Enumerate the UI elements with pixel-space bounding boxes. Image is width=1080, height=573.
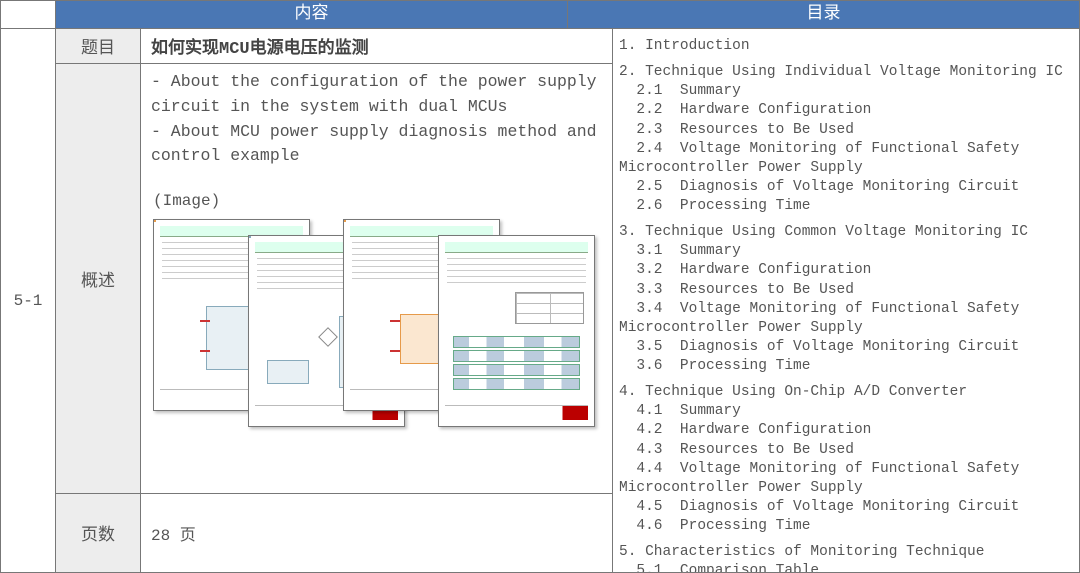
row-index: 5-1: [1, 29, 56, 572]
table-body: 5-1 题目 如何实现MCU电源电压的监测 概述 - About the con…: [1, 29, 1079, 572]
toc-entry: 3.3 Resources to Be Used: [619, 281, 1073, 299]
summary-line: - About MCU power supply diagnosis metho…: [151, 120, 602, 145]
toc-entry: 2. Technique Using Individual Voltage Mo…: [619, 63, 1073, 81]
thumbnail-group: [153, 219, 593, 429]
image-label: (Image): [153, 189, 602, 213]
toc-entry: 3.6 Processing Time: [619, 357, 1073, 375]
toc-entry: 3.4 Voltage Monitoring of Functional Saf…: [619, 300, 1073, 318]
toc-column: 1. Introduction 2. Technique Using Indiv…: [613, 29, 1079, 572]
toc-entry: 2.1 Summary: [619, 82, 1073, 100]
pages-value: 28 页: [141, 494, 612, 572]
toc-entry: 5.1 Comparison Table: [619, 562, 1073, 572]
document-table: 内容 目录 5-1 题目 如何实现MCU电源电压的监测 概述 - About t…: [0, 0, 1080, 573]
toc-entry: 4.1 Summary: [619, 402, 1073, 420]
toc-entry: 3. Technique Using Common Voltage Monito…: [619, 223, 1073, 241]
summary-row: 概述 - About the configuration of the powe…: [56, 64, 612, 494]
toc-entry: Microcontroller Power Supply: [619, 319, 1073, 337]
toc-entry: 3.2 Hardware Configuration: [619, 261, 1073, 279]
toc-entry: 4.6 Processing Time: [619, 517, 1073, 535]
title-value: 如何实现MCU电源电压的监测: [141, 29, 612, 63]
toc-entry: 4.3 Resources to Be Used: [619, 441, 1073, 459]
toc-entry: 2.3 Resources to Be Used: [619, 121, 1073, 139]
toc-entry: 1. Introduction: [619, 37, 1073, 55]
header-toc: 目录: [568, 1, 1079, 29]
label-summary: 概述: [56, 64, 141, 493]
summary-line: control example: [151, 144, 602, 169]
thumbnail-page: [438, 235, 595, 427]
toc-entry: 4.5 Diagnosis of Voltage Monitoring Circ…: [619, 498, 1073, 516]
label-pages: 页数: [56, 494, 141, 572]
toc-entry: 2.2 Hardware Configuration: [619, 101, 1073, 119]
title-row: 题目 如何实现MCU电源电压的监测: [56, 29, 612, 64]
table-header-row: 内容 目录: [1, 1, 1079, 29]
toc-entry: 3.5 Diagnosis of Voltage Monitoring Circ…: [619, 338, 1073, 356]
toc-entry: 4. Technique Using On-Chip A/D Converter: [619, 383, 1073, 401]
label-title: 题目: [56, 29, 141, 63]
content-column: 题目 如何实现MCU电源电压的监测 概述 - About the configu…: [56, 29, 613, 572]
toc-entry: 2.5 Diagnosis of Voltage Monitoring Circ…: [619, 178, 1073, 196]
pages-row: 页数 28 页: [56, 494, 612, 572]
toc-entry: Microcontroller Power Supply: [619, 159, 1073, 177]
header-content: 内容: [56, 1, 568, 29]
toc-entry: 4.4 Voltage Monitoring of Functional Saf…: [619, 460, 1073, 478]
toc-entry: 2.6 Processing Time: [619, 197, 1073, 215]
toc-entry: 5. Characteristics of Monitoring Techniq…: [619, 543, 1073, 561]
summary-value: - About the configuration of the power s…: [141, 64, 612, 493]
toc-entry: 3.1 Summary: [619, 242, 1073, 260]
toc-entry: 2.4 Voltage Monitoring of Functional Saf…: [619, 140, 1073, 158]
summary-line: circuit in the system with dual MCUs: [151, 95, 602, 120]
toc-entry: Microcontroller Power Supply: [619, 479, 1073, 497]
summary-line: - About the configuration of the power s…: [151, 70, 602, 95]
header-index-spacer: [1, 1, 56, 29]
toc-entry: 4.2 Hardware Configuration: [619, 421, 1073, 439]
